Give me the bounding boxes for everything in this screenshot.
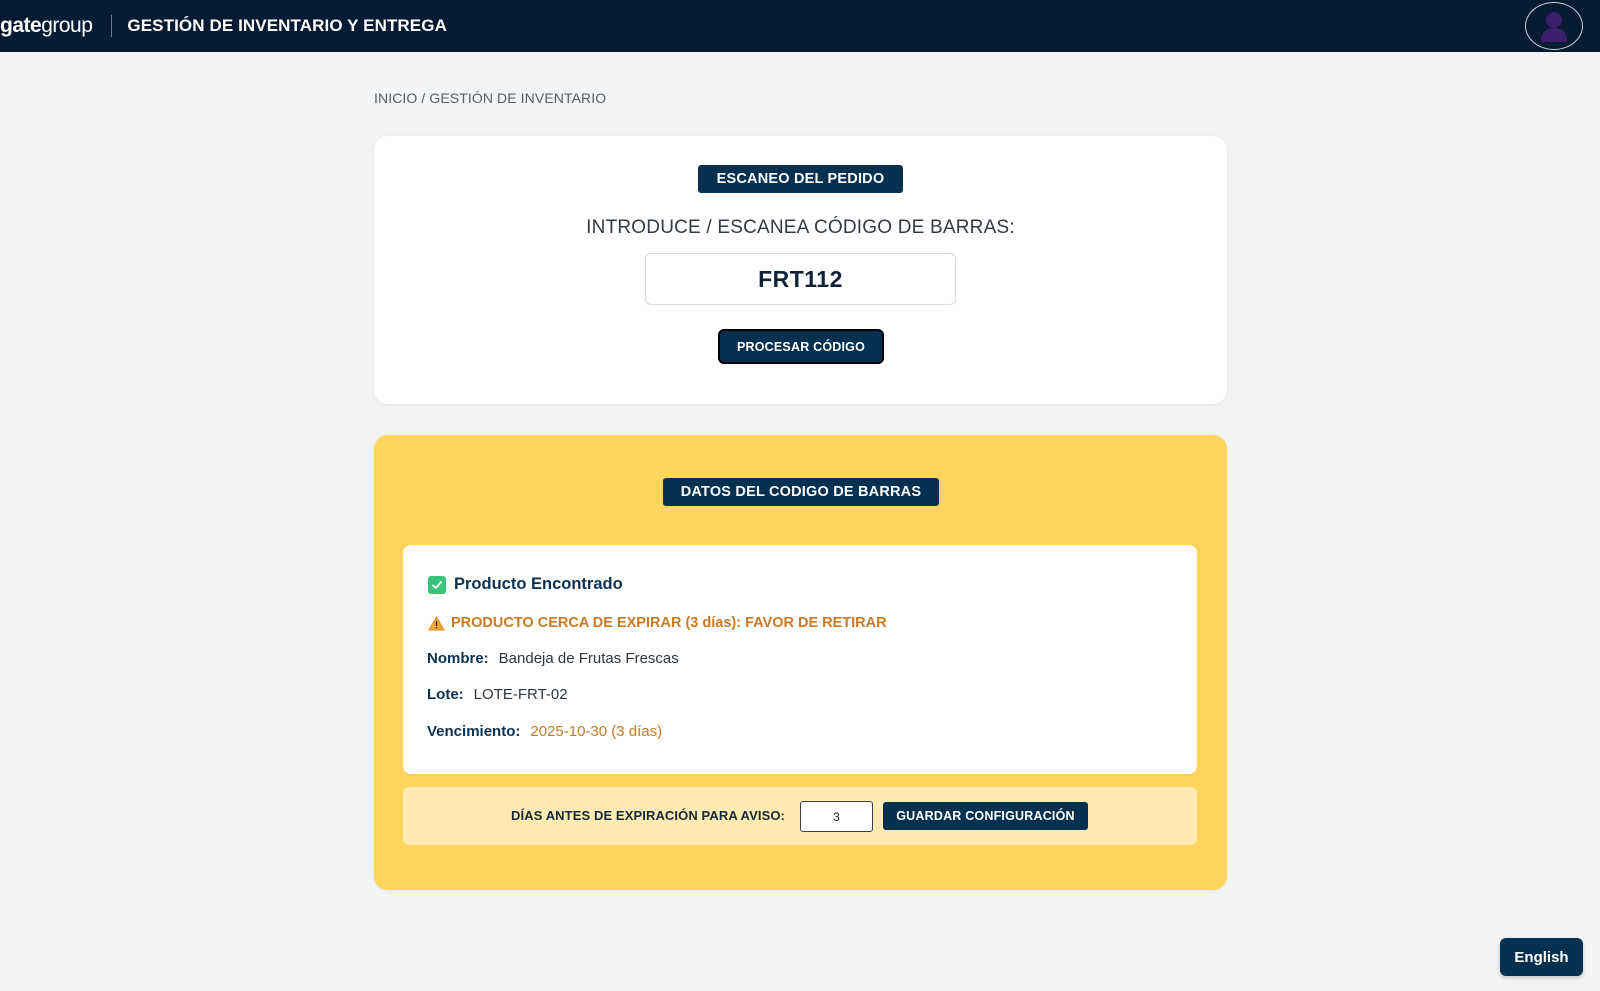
user-avatar-icon bbox=[1539, 9, 1569, 43]
breadcrumb: INICIO / GESTIÓN DE INVENTARIO bbox=[374, 90, 607, 106]
product-found-text: Producto Encontrado bbox=[454, 575, 623, 593]
barcode-input-label: INTRODUCE / ESCANEA CÓDIGO DE BARRAS: bbox=[586, 217, 1015, 238]
batch-row: Lote: LOTE-FRT-02 bbox=[427, 686, 568, 703]
warning-days-label: DÍAS ANTES DE EXPIRACIÓN PARA AVISO: bbox=[511, 808, 785, 823]
batch-label: Lote: bbox=[427, 686, 464, 703]
batch-value: LOTE-FRT-02 bbox=[473, 686, 568, 703]
language-toggle-button[interactable]: English bbox=[1500, 938, 1583, 976]
expiry-warning: PRODUCTO CERCA DE EXPIRAR (3 días): FAVO… bbox=[428, 615, 887, 631]
product-found-status: Producto Encontrado bbox=[428, 575, 623, 594]
warning-days-input[interactable] bbox=[800, 801, 873, 832]
expiry-date-value: 2025-10-30 (3 días) bbox=[530, 723, 663, 740]
product-name-label: Nombre: bbox=[427, 650, 489, 667]
expiry-date-row: Vencimiento: 2025-10-30 (3 días) bbox=[427, 723, 662, 740]
header-divider bbox=[111, 15, 113, 37]
product-name-value: Bandeja de Frutas Frescas bbox=[498, 650, 679, 667]
barcode-input[interactable] bbox=[645, 253, 956, 305]
warning-icon bbox=[428, 615, 445, 631]
scan-order-badge: ESCANEO DEL PEDIDO bbox=[698, 165, 903, 193]
gategroup-logo[interactable]: gategroup bbox=[0, 0, 93, 52]
barcode-data-badge: DATOS DEL CODIGO DE BARRAS bbox=[663, 478, 939, 506]
product-info-box: Producto Encontrado PRODUCTO CERCA DE EX… bbox=[403, 545, 1197, 774]
check-icon bbox=[428, 575, 446, 594]
user-avatar-button[interactable] bbox=[1525, 2, 1583, 50]
process-code-button[interactable]: PROCESAR CÓDIGO bbox=[718, 329, 884, 364]
product-name-row: Nombre: Bandeja de Frutas Frescas bbox=[427, 650, 679, 667]
top-navbar: gategroup GESTIÓN DE INVENTARIO Y ENTREG… bbox=[0, 0, 1600, 52]
expiry-warning-text: PRODUCTO CERCA DE EXPIRAR (3 días): FAVO… bbox=[451, 615, 887, 631]
expiry-config-bar: DÍAS ANTES DE EXPIRACIÓN PARA AVISO: GUA… bbox=[403, 787, 1197, 845]
logo-bold-text: gate bbox=[0, 14, 42, 37]
logo-regular-text: group bbox=[41, 14, 93, 37]
app-title: GESTIÓN DE INVENTARIO Y ENTREGA bbox=[127, 16, 447, 35]
expiry-date-label: Vencimiento: bbox=[427, 723, 521, 740]
scan-order-card: ESCANEO DEL PEDIDO INTRODUCE / ESCANEA C… bbox=[374, 136, 1227, 404]
barcode-data-card: DATOS DEL CODIGO DE BARRAS Producto Enco… bbox=[374, 435, 1227, 890]
save-config-button[interactable]: GUARDAR CONFIGURACIÓN bbox=[883, 802, 1088, 830]
